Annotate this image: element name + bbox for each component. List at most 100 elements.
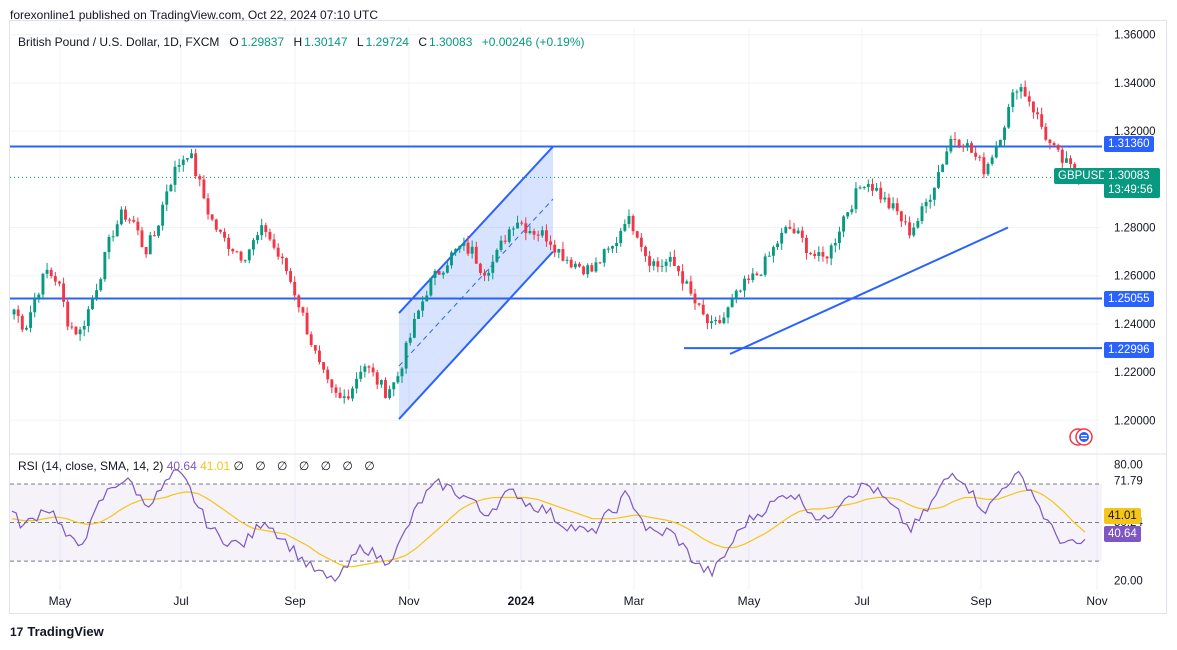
candle-body [495,249,499,262]
candle-body [866,184,870,188]
candle-body [611,246,614,249]
candle-body [20,315,24,330]
candle-body [590,265,594,272]
candle-body [351,388,354,399]
candle-body [247,249,251,261]
candle-body [598,262,602,264]
candle-body [144,246,148,255]
level-low-tag[interactable]: 1.22996 [1104,342,1154,358]
symbol-legend: British Pound / U.S. Dollar, 1D, FXCM O1… [18,35,590,49]
candle-body [705,314,709,324]
candle-body [998,139,1002,146]
candle-body [107,237,111,253]
candle-body [994,145,998,158]
candle-body [1052,143,1056,146]
candle-body [738,290,742,292]
time-tick-label: Jul [854,594,869,608]
candle-body [214,219,218,230]
candle-body [978,156,982,158]
candle-body [639,237,643,247]
publish-info: forexonline1 published on TradingView.co… [10,8,379,22]
candle-body [784,226,788,233]
candle-body [140,230,144,247]
level-mid-tag[interactable]: 1.25055 [1104,291,1154,307]
candle-body [833,242,837,246]
candle-body [408,337,412,343]
candle-body [124,209,127,220]
candle-body [854,188,858,210]
candle-body [528,231,532,234]
candle-body [318,350,321,363]
bar-countdown: 13:49:56 [1108,184,1153,196]
candle-body [206,198,210,215]
candle-body [912,227,916,236]
level-high-tag[interactable]: 1.31360 [1104,136,1154,152]
time-tick-label: 2024 [508,594,535,608]
candle-body [813,253,817,257]
candle-body [850,209,854,213]
candle-body [499,240,503,250]
candle-body [1019,87,1023,92]
candle-body [12,309,16,315]
candle-body [829,245,833,259]
candle-body [627,216,631,224]
candle-body [202,179,206,199]
price-tick-label: 1.26000 [1114,271,1156,283]
candle-body [986,163,990,175]
candle-body [916,221,920,228]
candle-body [24,327,28,330]
symbol-price-tag: GBPUSD [1054,168,1111,184]
parallel-channel [398,145,554,420]
rsi-tick-label: 71.79 [1114,476,1143,488]
candle-body [1036,112,1039,115]
candle-body [949,138,953,152]
candle-body [161,204,165,226]
candle-body [264,225,268,233]
candle-body [276,247,280,257]
candle-body [445,265,449,273]
candle-body [623,223,627,231]
candle-body [932,187,936,200]
candle-body [685,281,689,284]
time-tick-label: Nov [398,594,419,608]
time-tick-label: May [738,594,761,608]
candle-body [66,301,70,327]
rsi-sma-value: 41.01 [200,459,231,473]
candle-body [173,166,177,185]
candle-body [561,249,565,261]
price-and-rsi-chart[interactable]: May Jul Sep Nov 2024 Mar May Jul Sep Nov 1.36000 1… [0,0,1177,650]
candle-body [412,318,416,338]
time-tick-label: Sep [284,594,306,608]
candle-body [644,246,647,257]
candle-body [945,151,949,165]
candle-body [322,362,326,370]
candle-body [355,378,359,389]
candle-body [338,392,342,398]
candle-body [326,369,330,380]
candle-body [1044,126,1048,140]
candle-body [656,261,660,267]
candle-body [1027,96,1031,102]
candle-body [937,172,940,188]
candle-body [681,271,685,284]
candle-body [223,231,226,238]
candle-body [1060,149,1064,163]
candle-body [103,252,107,280]
candle-body [1040,114,1044,127]
ohlc-open-value: 1.29837 [240,35,285,49]
candle-body [53,276,57,282]
candle-body [58,281,61,284]
candle-body [619,230,623,244]
ohlc-close-value: 1.30083 [429,35,473,49]
candle-body [842,216,846,232]
candle-body [487,272,491,276]
time-tick-label: Mar [624,594,645,608]
time-tick-label: May [49,594,72,608]
candle-body [953,138,957,140]
candle-body [875,187,879,191]
flag-icon[interactable] [1068,427,1094,447]
tradingview-footer: 17 TradingView [10,624,104,639]
rsi-empty-values: ∅ ∅ ∅ ∅ ∅ ∅ ∅ [233,459,379,473]
candle-body [821,252,825,257]
candle-body [379,380,383,385]
